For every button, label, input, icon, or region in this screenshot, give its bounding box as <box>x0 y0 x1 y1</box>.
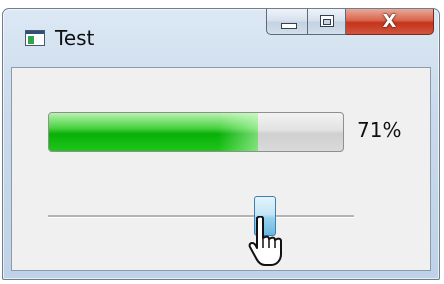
caption-buttons: X <box>266 9 434 35</box>
close-button[interactable]: X <box>346 9 434 35</box>
close-icon: X <box>382 11 397 32</box>
maximize-button[interactable] <box>308 9 346 35</box>
client-area: 71% <box>11 67 431 271</box>
minimize-button[interactable] <box>266 9 308 35</box>
progress-bar <box>48 112 344 152</box>
slider[interactable] <box>48 196 354 236</box>
window-title: Test <box>55 26 95 50</box>
minimize-icon <box>281 23 297 29</box>
progress-fill <box>49 113 258 151</box>
hand-pointer-icon <box>248 216 282 266</box>
app-window: Test X 71% <box>2 8 440 280</box>
app-icon[interactable] <box>25 30 45 46</box>
maximize-icon <box>320 15 334 27</box>
title-bar[interactable]: Test X <box>3 9 439 63</box>
slider-track[interactable] <box>48 215 354 218</box>
progress-label: 71% <box>357 118 402 142</box>
